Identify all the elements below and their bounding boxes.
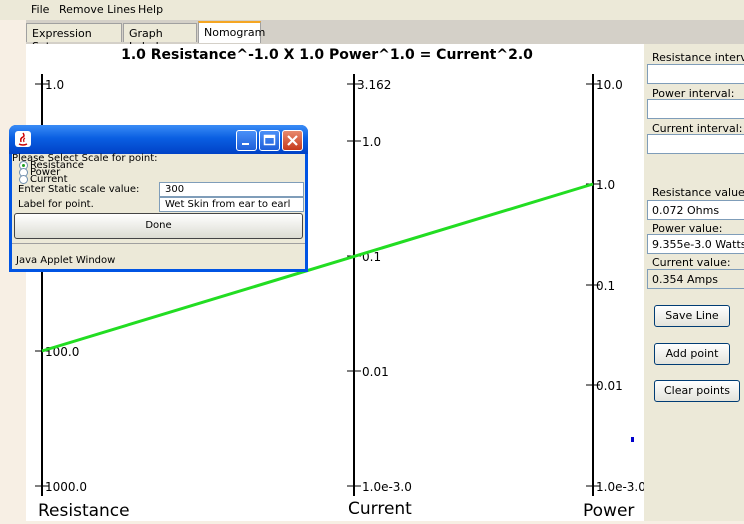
close-icon[interactable] [282,130,303,151]
scale-dialog: Please Select Scale for point: Resistanc… [9,125,308,272]
maximize-icon[interactable] [259,130,280,151]
resistance-interval-label: Resistance interval [652,51,744,64]
current-value-field: 0.354 Amps [647,269,744,289]
menu-bar: File Remove Lines Help [0,0,744,20]
tab-nomogram[interactable]: Nomogram [198,21,265,43]
current-tick-label: 1.0e-3.0 [362,480,412,494]
point-label-label: Label for point. [18,199,94,210]
power-tick-label: 1.0e-3.0 [596,480,644,494]
done-button[interactable]: Done [14,213,303,239]
resistance-value-field[interactable]: 0.072 Ohms [647,200,744,220]
static-value-label: Enter Static scale value: [18,184,140,195]
resistance-interval-input[interactable] [647,64,744,84]
nomogram-title: 1.0 Resistance^-1.0 X 1.0 Power^1.0 = Cu… [121,47,533,63]
current-tick-label: 1.0 [362,135,381,149]
menu-file[interactable]: File [31,3,49,16]
tab-expression-setup[interactable]: Expression Setup [26,23,122,53]
current-interval-input[interactable] [647,134,744,154]
power-value-field[interactable]: 9.355e-3.0 Watts [647,234,744,254]
menu-remove-lines[interactable]: Remove Lines [59,3,136,16]
current-axis-name: Current [348,499,412,519]
right-panel: Resistance interval Power interval: Curr… [644,44,744,521]
current-value-label: Current value: [652,256,731,269]
clear-points-button[interactable]: Clear points [654,380,740,402]
resistance-tick-label: 1.0 [45,78,64,92]
applet-window-footer: Java Applet Window [16,255,116,266]
minimize-icon[interactable] [236,130,257,151]
resistance-tick-label: 1000.0 [45,480,87,494]
resistance-axis-name: Resistance [38,501,130,521]
dialog-titlebar[interactable] [9,125,308,154]
java-app-icon [15,131,31,147]
power-axis-name: Power [583,501,634,521]
tab-graph-labels[interactable]: Graph Labels [123,23,197,53]
divider [12,243,305,244]
nomogram-canvas[interactable]: 1.0 Resistance^-1.0 X 1.0 Power^1.0 = Cu… [26,44,646,521]
add-point-button[interactable]: Add point [654,343,730,365]
static-value-input[interactable]: 300 [159,182,304,197]
point-label-input[interactable]: Wet Skin from ear to earl [159,197,304,212]
power-tick-label: 0.1 [596,279,615,293]
tab-strip: Expression Setup Graph Labels Nomogram [26,20,744,53]
menu-help[interactable]: Help [138,3,163,16]
power-interval-input[interactable] [647,99,744,119]
resistance-value-label: Resistance value: [652,186,744,199]
power-tick-label: 0.01 [596,379,623,393]
save-line-button[interactable]: Save Line [654,305,730,327]
power-tick-label: 1.0 [596,178,615,192]
current-tick-label: 3.162 [357,78,391,92]
radio-current[interactable] [19,175,28,184]
point-marker [631,437,634,442]
nomogram-svg[interactable]: 1.0 Resistance^-1.0 X 1.0 Power^1.0 = Cu… [26,44,646,521]
current-tick-label: 0.01 [362,365,389,379]
power-tick-label: 10.0 [596,78,623,92]
dialog-body: Please Select Scale for point: Resistanc… [12,154,305,269]
